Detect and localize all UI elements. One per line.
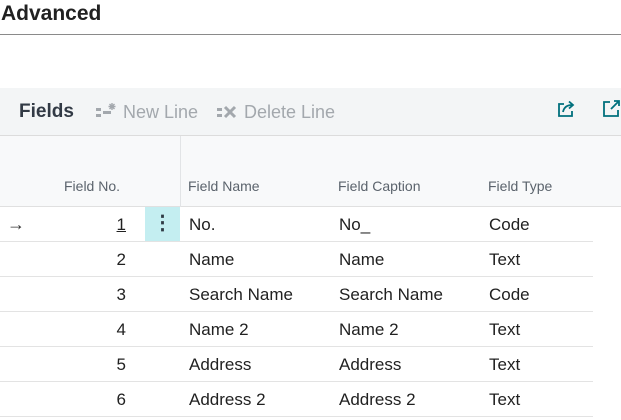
field-name-cell[interactable]: Name 2 <box>189 320 249 340</box>
delete-line-label: Delete Line <box>244 101 336 122</box>
field-caption-cell[interactable]: Search Name <box>339 285 443 305</box>
field-type-cell[interactable]: Text <box>489 355 520 375</box>
field-type-cell[interactable]: Code <box>489 285 530 305</box>
field-type-cell[interactable]: Text <box>489 320 520 340</box>
col-field-name[interactable]: Field Name <box>188 178 260 194</box>
table-row[interactable]: 4 Name 2 Name 2 Text <box>0 312 593 347</box>
field-name-cell[interactable]: No. <box>189 215 215 235</box>
field-no-cell[interactable]: 6 <box>0 390 126 410</box>
section-title[interactable]: Advanced <box>0 0 621 35</box>
row-actions-button[interactable]: ⋮ <box>145 207 180 241</box>
field-caption-cell[interactable]: Address <box>339 355 401 375</box>
field-no-cell[interactable]: 3 <box>0 285 126 305</box>
table-row[interactable]: 5 Address Address Text <box>0 347 593 382</box>
field-name-cell[interactable]: Search Name <box>189 285 293 305</box>
field-caption-cell[interactable]: Name <box>339 250 384 270</box>
expand-icon[interactable] <box>602 99 621 124</box>
field-name-cell[interactable]: Address 2 <box>189 390 266 410</box>
field-no-cell[interactable]: 2 <box>0 250 126 270</box>
new-line-label: New Line <box>123 101 199 122</box>
field-caption-cell[interactable]: Name 2 <box>339 320 399 340</box>
field-name-cell[interactable]: Name <box>189 250 234 270</box>
field-no-cell[interactable]: 5 <box>0 355 126 375</box>
table-row[interactable]: → 1 ⋮ No. No_ Code <box>0 207 593 242</box>
new-line-icon <box>95 102 117 122</box>
col-field-caption[interactable]: Field Caption <box>338 178 421 194</box>
grid-header <box>0 136 621 207</box>
table-row[interactable]: 3 Search Name Search Name Code <box>0 277 593 312</box>
field-no-cell[interactable]: 4 <box>0 320 126 340</box>
col-field-type[interactable]: Field Type <box>488 178 552 194</box>
fields-toolbar: Fields New Line Delete Line <box>0 88 621 136</box>
field-no-cell[interactable]: 1 <box>0 215 126 235</box>
table-row[interactable]: 2 Name Name Text <box>0 242 593 277</box>
delete-line-icon <box>216 102 238 122</box>
field-caption-cell[interactable]: No_ <box>339 215 370 235</box>
new-line-button[interactable]: New Line <box>95 101 198 123</box>
delete-line-button[interactable]: Delete Line <box>216 101 335 123</box>
table-row[interactable]: 6 Address 2 Address 2 Text <box>0 382 593 417</box>
field-type-cell[interactable]: Text <box>489 250 520 270</box>
field-caption-cell[interactable]: Address 2 <box>339 390 416 410</box>
share-icon[interactable] <box>556 99 576 124</box>
field-name-cell[interactable]: Address <box>189 355 251 375</box>
col-field-no[interactable]: Field No. <box>64 178 120 194</box>
part-title[interactable]: Fields <box>19 101 74 123</box>
field-type-cell[interactable]: Text <box>489 390 520 410</box>
header-divider <box>180 136 181 207</box>
field-type-cell[interactable]: Code <box>489 215 530 235</box>
